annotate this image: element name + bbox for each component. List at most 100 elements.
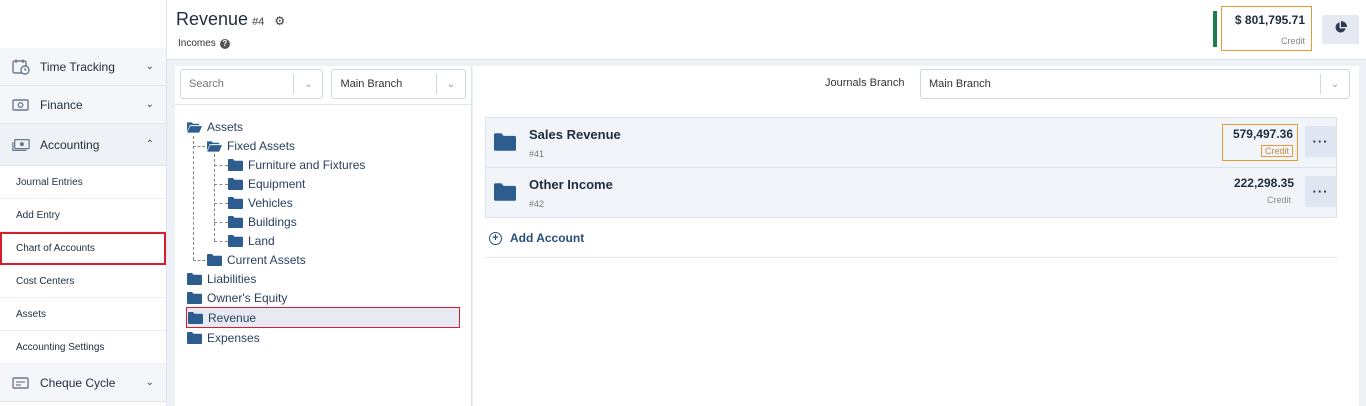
tree-node-fixed-assets[interactable]: Fixed Assets [207, 137, 295, 155]
folder-icon [228, 235, 243, 247]
tree-node-owners-equity[interactable]: Owner's Equity [187, 289, 287, 307]
branch-select[interactable]: Main Branch ⌄ [331, 69, 466, 99]
folder-icon [207, 254, 222, 266]
sidebar-item-chart-of-accounts[interactable]: Chart of Accounts [0, 232, 166, 265]
plus-circle-icon: + [489, 231, 502, 245]
divider [485, 257, 1337, 258]
title-row: Revenue #4 ⚙ [176, 9, 285, 30]
tree-node-current-assets[interactable]: Current Assets [207, 251, 306, 269]
tree-connector [214, 222, 228, 223]
cheque-icon [12, 375, 30, 391]
list-item[interactable]: Other Income #42 222,298.35 Credit ··· [486, 168, 1336, 218]
pie-chart-button[interactable] [1322, 15, 1359, 44]
folder-icon [228, 216, 243, 228]
tree-node-buildings[interactable]: Buildings [228, 213, 297, 231]
folder-icon [494, 183, 516, 201]
journals-branch-value: Main Branch [929, 78, 991, 90]
account-number: #42 [529, 199, 545, 209]
tree-node-label: Land [248, 234, 275, 248]
more-options-button[interactable]: ··· [1305, 176, 1336, 207]
account-balance-type: Credit [1266, 195, 1291, 205]
more-options-button[interactable]: ··· [1305, 126, 1336, 157]
account-name[interactable]: Other Income [529, 177, 613, 192]
tree-node-land[interactable]: Land [228, 232, 275, 250]
folder-icon [188, 311, 203, 324]
balance-indicator-bar [1213, 11, 1217, 47]
branch-value: Main Branch [340, 78, 403, 90]
folder-icon [228, 159, 243, 171]
ellipsis-icon: ··· [1312, 134, 1329, 149]
total-balance-type: Credit [1280, 36, 1305, 46]
gear-icon[interactable]: ⚙ [274, 14, 285, 28]
total-balance-box: $ 801,795.71 Credit [1221, 6, 1312, 51]
tree-connector [214, 241, 228, 242]
help-icon[interactable]: ? [219, 38, 230, 49]
tree-connector [214, 203, 228, 204]
tree-node-label: Current Assets [227, 253, 306, 267]
account-number: #41 [529, 149, 545, 159]
sidebar-item-assets[interactable]: Assets [0, 298, 166, 331]
tree-node-liabilities[interactable]: Liabilities [187, 270, 256, 288]
add-account-button[interactable]: + Add Account [489, 231, 584, 245]
ellipsis-icon: ··· [1312, 184, 1329, 199]
sidebar-item-cost-centers[interactable]: Cost Centers [0, 265, 166, 298]
tree-connector [214, 154, 215, 241]
tree-node-label: Expenses [207, 331, 260, 345]
calendar-clock-icon [12, 59, 30, 75]
tree-node-label: Owner's Equity [207, 291, 288, 305]
tree-node-label: Vehicles [248, 196, 293, 210]
tree-node-equipment[interactable]: Equipment [228, 175, 305, 193]
chevron-down-icon: ⌄ [304, 78, 313, 90]
add-account-label: Add Account [510, 231, 585, 245]
tree-node-label: Equipment [248, 177, 306, 191]
sidebar-item-accounting[interactable]: Accounting ⌃ [0, 124, 166, 166]
sidebar-item-finance[interactable]: Finance ⌄ [0, 86, 166, 124]
tree-node-label: Buildings [248, 215, 297, 229]
page-header: Revenue #4 ⚙ Incomes ? $ 801,795.71 Cred… [167, 0, 1366, 60]
account-name[interactable]: Sales Revenue [529, 127, 621, 142]
chevron-down-icon: ⌄ [446, 78, 456, 90]
tree-node-revenue[interactable]: Revenue [186, 307, 460, 328]
tree-node-label: Fixed Assets [227, 139, 296, 153]
account-balance: 222,298.35 Credit [1222, 174, 1298, 211]
tree-node-assets[interactable]: Assets [187, 118, 243, 136]
tree-node-furniture[interactable]: Furniture and Fixtures [228, 156, 365, 174]
sidebar-item-accounting-settings[interactable]: Accounting Settings [0, 331, 166, 364]
subtitle-row: Incomes ? [178, 38, 230, 49]
tree-node-label: Liabilities [207, 272, 257, 286]
total-balance-amount: $ 801,795.71 [1234, 13, 1305, 27]
sidebar-item-label: Accounting [40, 137, 100, 152]
tree-node-vehicles[interactable]: Vehicles [228, 194, 293, 212]
account-number: #4 [252, 16, 265, 28]
tree-filters: Search ⌄ Main Branch ⌄ [180, 69, 466, 101]
sidebar-top-space [0, 0, 166, 48]
pie-chart-icon [1334, 20, 1347, 39]
account-balance-amount: 222,298.35 [1233, 176, 1294, 190]
folder-icon [494, 133, 516, 151]
folder-open-icon [207, 140, 222, 152]
sidebar-item-add-entry[interactable]: Add Entry [0, 199, 166, 232]
tree-connector [193, 136, 194, 260]
account-balance-type: Credit [1260, 145, 1293, 157]
search-select[interactable]: Search ⌄ [180, 69, 324, 99]
tree-node-label: Furniture and Fixtures [248, 158, 366, 172]
list-item[interactable]: Sales Revenue #41 579,497.36 Credit ··· [486, 118, 1336, 168]
account-balance-amount: 579,497.36 [1232, 127, 1293, 141]
sidebar-item-time-tracking[interactable]: Time Tracking ⌄ [0, 48, 166, 86]
folder-icon [228, 197, 243, 209]
sidebar-item-cheque-cycle[interactable]: Cheque Cycle ⌄ [0, 364, 166, 402]
folder-icon [187, 273, 202, 285]
page-title: Revenue [176, 9, 249, 29]
account-tree-panel: Search ⌄ Main Branch ⌄ Assets Fixed Asse… [175, 66, 472, 406]
account-details-panel: Journals Branch Main Branch ⌄ Sales Reve… [473, 66, 1359, 406]
account-type: Incomes [178, 38, 216, 49]
sidebar-item-journal-entries[interactable]: Journal Entries [0, 166, 166, 199]
cash-stack-icon [12, 137, 30, 153]
tree-connector [214, 165, 228, 166]
journals-branch-select[interactable]: Main Branch ⌄ [920, 69, 1350, 99]
tree-node-label: Assets [207, 120, 244, 134]
chevron-down-icon: ⌄ [145, 61, 154, 72]
tree-node-label: Revenue [208, 310, 257, 325]
tree-node-expenses[interactable]: Expenses [187, 329, 260, 347]
tree-connector [214, 184, 228, 185]
